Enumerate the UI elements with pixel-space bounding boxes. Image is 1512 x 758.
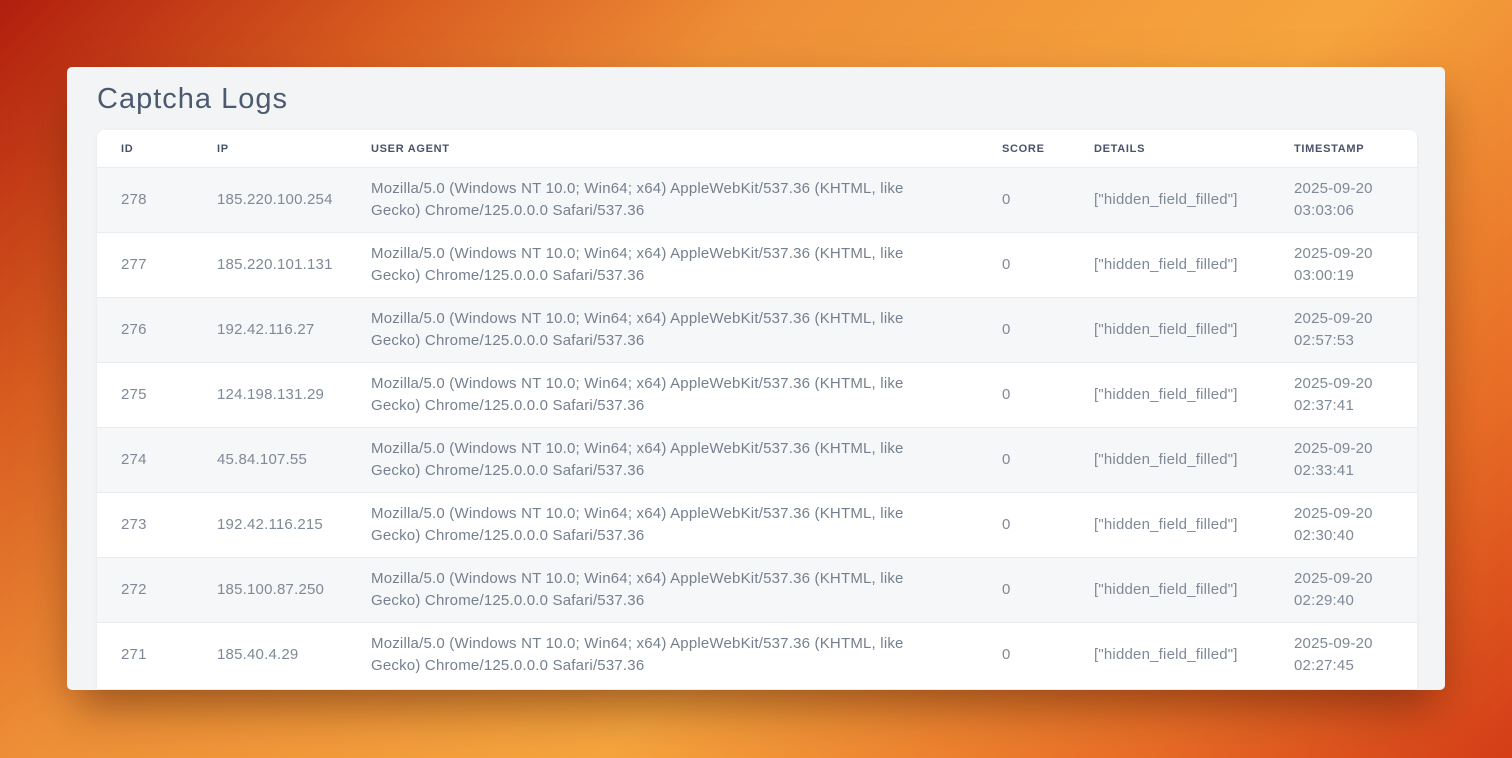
cell-ip: 192.42.116.27 [193,297,347,362]
captcha-logs-card: Captcha Logs ID IP USER AGENT SCORE DETA… [67,67,1445,690]
cell-timestamp: 2025-09-20 02:33:41 [1270,427,1417,492]
cell-score: 0 [978,557,1070,622]
cell-details: ["hidden_field_filled"] [1070,557,1270,622]
cell-id: 274 [97,427,193,492]
cell-score: 0 [978,232,1070,297]
column-header-id: ID [97,130,193,167]
cell-details: ["hidden_field_filled"] [1070,492,1270,557]
logs-table: ID IP USER AGENT SCORE DETAILS TIMESTAMP… [97,130,1417,687]
cell-score: 0 [978,622,1070,687]
cell-ip: 185.220.101.131 [193,232,347,297]
table-row: 275 124.198.131.29 Mozilla/5.0 (Windows … [97,362,1417,427]
cell-id: 275 [97,362,193,427]
cell-details: ["hidden_field_filled"] [1070,232,1270,297]
cell-score: 0 [978,427,1070,492]
table-row: 276 192.42.116.27 Mozilla/5.0 (Windows N… [97,297,1417,362]
cell-id: 273 [97,492,193,557]
cell-user-agent: Mozilla/5.0 (Windows NT 10.0; Win64; x64… [347,232,978,297]
cell-ip: 124.198.131.29 [193,362,347,427]
logs-table-container: ID IP USER AGENT SCORE DETAILS TIMESTAMP… [97,130,1417,689]
cell-user-agent: Mozilla/5.0 (Windows NT 10.0; Win64; x64… [347,492,978,557]
table-row: 278 185.220.100.254 Mozilla/5.0 (Windows… [97,167,1417,232]
cell-user-agent: Mozilla/5.0 (Windows NT 10.0; Win64; x64… [347,557,978,622]
cell-timestamp: 2025-09-20 02:57:53 [1270,297,1417,362]
column-header-details: DETAILS [1070,130,1270,167]
cell-id: 278 [97,167,193,232]
table-row: 272 185.100.87.250 Mozilla/5.0 (Windows … [97,557,1417,622]
cell-user-agent: Mozilla/5.0 (Windows NT 10.0; Win64; x64… [347,167,978,232]
cell-id: 272 [97,557,193,622]
table-body: 278 185.220.100.254 Mozilla/5.0 (Windows… [97,167,1417,687]
column-header-ip: IP [193,130,347,167]
cell-id: 271 [97,622,193,687]
cell-ip: 185.40.4.29 [193,622,347,687]
cell-timestamp: 2025-09-20 03:03:06 [1270,167,1417,232]
column-header-user-agent: USER AGENT [347,130,978,167]
cell-timestamp: 2025-09-20 03:00:19 [1270,232,1417,297]
cell-ip: 192.42.116.215 [193,492,347,557]
cell-ip: 185.220.100.254 [193,167,347,232]
table-row: 271 185.40.4.29 Mozilla/5.0 (Windows NT … [97,622,1417,687]
table-header: ID IP USER AGENT SCORE DETAILS TIMESTAMP [97,130,1417,167]
table-row: 273 192.42.116.215 Mozilla/5.0 (Windows … [97,492,1417,557]
page-title: Captcha Logs [67,67,1445,130]
cell-timestamp: 2025-09-20 02:37:41 [1270,362,1417,427]
cell-user-agent: Mozilla/5.0 (Windows NT 10.0; Win64; x64… [347,622,978,687]
cell-score: 0 [978,297,1070,362]
cell-user-agent: Mozilla/5.0 (Windows NT 10.0; Win64; x64… [347,427,978,492]
cell-details: ["hidden_field_filled"] [1070,167,1270,232]
cell-timestamp: 2025-09-20 02:27:45 [1270,622,1417,687]
cell-details: ["hidden_field_filled"] [1070,427,1270,492]
cell-user-agent: Mozilla/5.0 (Windows NT 10.0; Win64; x64… [347,297,978,362]
cell-details: ["hidden_field_filled"] [1070,362,1270,427]
cell-timestamp: 2025-09-20 02:30:40 [1270,492,1417,557]
cell-ip: 45.84.107.55 [193,427,347,492]
cell-score: 0 [978,492,1070,557]
cell-score: 0 [978,167,1070,232]
cell-user-agent: Mozilla/5.0 (Windows NT 10.0; Win64; x64… [347,362,978,427]
cell-id: 276 [97,297,193,362]
cell-details: ["hidden_field_filled"] [1070,297,1270,362]
table-row: 277 185.220.101.131 Mozilla/5.0 (Windows… [97,232,1417,297]
cell-id: 277 [97,232,193,297]
cell-details: ["hidden_field_filled"] [1070,622,1270,687]
table-row: 274 45.84.107.55 Mozilla/5.0 (Windows NT… [97,427,1417,492]
column-header-score: SCORE [978,130,1070,167]
cell-score: 0 [978,362,1070,427]
cell-ip: 185.100.87.250 [193,557,347,622]
column-header-timestamp: TIMESTAMP [1270,130,1417,167]
cell-timestamp: 2025-09-20 02:29:40 [1270,557,1417,622]
